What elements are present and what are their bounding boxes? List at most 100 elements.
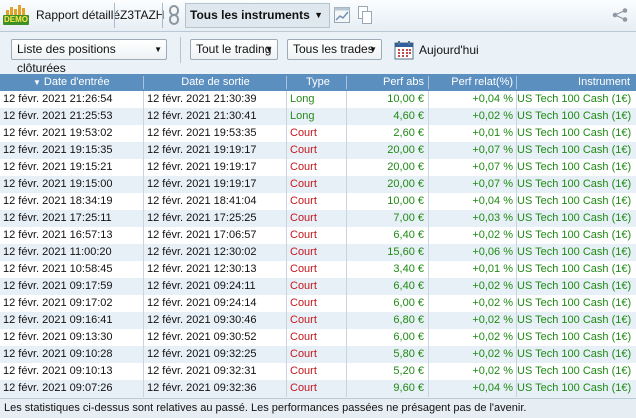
positions-dropdown[interactable]: Liste des positions clôturées ▼ (11, 39, 167, 75)
calendar-icon[interactable] (394, 40, 414, 60)
table-row[interactable]: 12 févr. 2021 16:57:13 12 févr. 2021 17:0… (0, 227, 636, 244)
perf-rel-cell: +0,04 % (429, 91, 517, 108)
table-row[interactable]: 12 févr. 2021 19:15:35 12 févr. 2021 19:1… (0, 142, 636, 159)
perf-rel-cell: +0,02 % (429, 295, 517, 312)
instrument-cell: US Tech 100 Cash (1€) (517, 212, 632, 224)
column-header-type[interactable]: Type (287, 74, 347, 91)
entry-date-cell: 12 févr. 2021 18:34:19 (0, 193, 144, 210)
table-row[interactable]: 12 févr. 2021 09:16:41 12 févr. 2021 09:3… (0, 312, 636, 329)
column-header-exit-date[interactable]: Date de sortie (144, 74, 287, 91)
perf-abs-cell: 2,60 € (347, 125, 429, 142)
trade-type-cell: Long (287, 91, 347, 108)
instrument-cell: US Tech 100 Cash (1€) (517, 229, 632, 241)
chart-window-icon[interactable] (334, 7, 350, 23)
perf-rel-cell: +0,03 % (429, 210, 517, 227)
exit-date-cell: 12 févr. 2021 09:30:52 (144, 329, 287, 346)
share-icon[interactable] (612, 8, 628, 22)
column-header-instrument[interactable]: Instrument (517, 74, 636, 91)
tab-detailed-report[interactable]: Rapport détaillé (36, 8, 120, 22)
entry-date-cell: 12 févr. 2021 19:15:21 (0, 159, 144, 176)
trading-dropdown[interactable]: Tout le trading ▼ (190, 39, 278, 60)
trade-type-cell: Court (287, 142, 347, 159)
exit-date-cell: 12 févr. 2021 17:06:57 (144, 227, 287, 244)
trade-type-cell: Court (287, 363, 347, 380)
entry-date-cell: 12 févr. 2021 21:26:54 (0, 91, 144, 108)
exit-date-cell: 12 févr. 2021 19:19:17 (144, 159, 287, 176)
perf-rel-cell: +0,02 % (429, 312, 517, 329)
table-row[interactable]: 12 févr. 2021 11:00:20 12 févr. 2021 12:3… (0, 244, 636, 261)
toolbar-divider (114, 3, 115, 28)
perf-abs-cell: 5,20 € (347, 363, 429, 380)
perf-rel-cell: +0,04 % (429, 193, 517, 210)
table-row[interactable]: 12 févr. 2021 09:17:59 12 févr. 2021 09:2… (0, 278, 636, 295)
instrument-cell: US Tech 100 Cash (1€) (517, 263, 632, 275)
perf-rel-cell: +0,07 % (429, 142, 517, 159)
table-row[interactable]: 12 févr. 2021 18:34:19 12 févr. 2021 18:4… (0, 193, 636, 210)
table-row[interactable]: 12 févr. 2021 19:15:21 12 févr. 2021 19:1… (0, 159, 636, 176)
perf-abs-cell: 6,00 € (347, 295, 429, 312)
perf-abs-cell: 6,40 € (347, 278, 429, 295)
entry-date-cell: 12 févr. 2021 09:17:02 (0, 295, 144, 312)
column-header-perf-abs[interactable]: Perf abs (347, 74, 429, 91)
chevron-down-icon: ▼ (369, 45, 377, 54)
trade-type-cell: Court (287, 312, 347, 329)
instrument-cell: US Tech 100 Cash (1€) (517, 365, 632, 377)
exit-date-cell: 12 févr. 2021 21:30:39 (144, 91, 287, 108)
table-row[interactable]: 12 févr. 2021 09:17:02 12 févr. 2021 09:2… (0, 295, 636, 312)
entry-date-cell: 12 févr. 2021 21:25:53 (0, 108, 144, 125)
demo-logo-icon: DEMO (3, 4, 29, 26)
period-label[interactable]: Aujourd'hui (419, 43, 479, 57)
exit-date-cell: 12 févr. 2021 17:25:25 (144, 210, 287, 227)
trades-dropdown[interactable]: Tous les trades ▼ (287, 39, 382, 60)
trade-type-cell: Court (287, 125, 347, 142)
account-id[interactable]: Z3TAZH (120, 8, 164, 22)
trade-type-cell: Court (287, 159, 347, 176)
table-row[interactable]: 12 févr. 2021 19:15:00 12 févr. 2021 19:1… (0, 176, 636, 193)
trade-type-cell: Court (287, 210, 347, 227)
instrument-cell: US Tech 100 Cash (1€) (517, 297, 632, 309)
entry-date-cell: 12 févr. 2021 09:10:13 (0, 363, 144, 380)
perf-abs-cell: 20,00 € (347, 159, 429, 176)
table-row[interactable]: 12 févr. 2021 09:10:28 12 févr. 2021 09:3… (0, 346, 636, 363)
trade-type-cell: Court (287, 278, 347, 295)
perf-abs-cell: 10,00 € (347, 91, 429, 108)
table-row[interactable]: 12 févr. 2021 09:13:30 12 févr. 2021 09:3… (0, 329, 636, 346)
filter-divider (180, 37, 181, 63)
exit-date-cell: 12 févr. 2021 12:30:13 (144, 261, 287, 278)
instrument-cell: US Tech 100 Cash (1€) (517, 93, 632, 105)
table-row[interactable]: 12 févr. 2021 10:58:45 12 févr. 2021 12:3… (0, 261, 636, 278)
entry-date-cell: 12 févr. 2021 11:00:20 (0, 244, 144, 261)
instrument-cell: US Tech 100 Cash (1€) (517, 127, 632, 139)
table-row[interactable]: 12 févr. 2021 19:53:02 12 févr. 2021 19:5… (0, 125, 636, 142)
trade-type-cell: Long (287, 108, 347, 125)
instruments-dropdown[interactable]: Tous les instruments ▼ (185, 3, 330, 28)
perf-abs-cell: 6,00 € (347, 329, 429, 346)
column-header-perf-rel[interactable]: Perf relat(%) (429, 74, 517, 91)
exit-date-cell: 12 févr. 2021 21:30:41 (144, 108, 287, 125)
trade-type-cell: Court (287, 380, 347, 397)
perf-rel-cell: +0,02 % (429, 278, 517, 295)
table-row[interactable]: 12 févr. 2021 21:25:53 12 févr. 2021 21:3… (0, 108, 636, 125)
column-header-entry-date[interactable]: ▼ Date d'entrée (0, 74, 144, 91)
entry-date-cell: 12 févr. 2021 19:15:00 (0, 176, 144, 193)
table-row[interactable]: 12 févr. 2021 09:10:13 12 févr. 2021 09:3… (0, 363, 636, 380)
instrument-cell: US Tech 100 Cash (1€) (517, 314, 632, 326)
perf-rel-cell: +0,07 % (429, 159, 517, 176)
table-row[interactable]: 12 févr. 2021 21:26:54 12 févr. 2021 21:3… (0, 91, 636, 108)
table-row[interactable]: 12 févr. 2021 09:07:26 12 févr. 2021 09:3… (0, 380, 636, 397)
table-row[interactable]: 12 févr. 2021 17:25:11 12 févr. 2021 17:2… (0, 210, 636, 227)
exit-date-cell: 12 févr. 2021 09:30:46 (144, 312, 287, 329)
instrument-cell: US Tech 100 Cash (1€) (517, 382, 632, 394)
link-chain-icon[interactable] (166, 4, 182, 26)
trade-type-cell: Court (287, 244, 347, 261)
exit-date-cell: 12 févr. 2021 12:30:02 (144, 244, 287, 261)
perf-abs-cell: 15,60 € (347, 244, 429, 261)
sort-down-icon: ▼ (33, 78, 41, 87)
chevron-down-icon: ▼ (314, 10, 323, 20)
copy-document-icon[interactable] (358, 6, 372, 24)
chevron-down-icon: ▼ (154, 45, 162, 54)
instrument-cell: US Tech 100 Cash (1€) (517, 195, 632, 207)
exit-date-cell: 12 févr. 2021 19:19:17 (144, 176, 287, 193)
perf-rel-cell: +0,02 % (429, 363, 517, 380)
exit-date-cell: 12 févr. 2021 09:32:25 (144, 346, 287, 363)
